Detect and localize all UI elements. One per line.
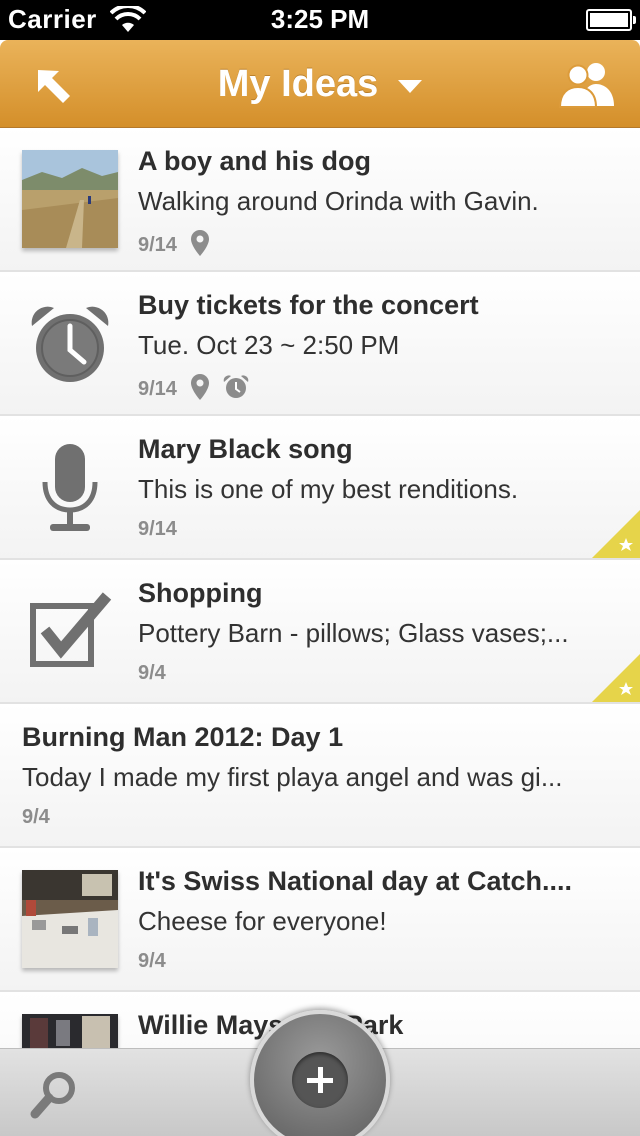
location-pin-icon [190,230,209,261]
chevron-down-icon [398,79,423,93]
photo-thumbnail [22,150,118,248]
item-title: Willie Mays ... T Park [138,1010,404,1040]
ideas-list[interactable]: A boy and his dog Walking around Orinda … [0,128,640,1048]
location-pin-icon [190,374,209,405]
photo-thumbnail [22,1014,118,1048]
list-item[interactable]: Shopping Pottery Barn - pillows; Glass v… [0,560,640,704]
item-title: Burning Man 2012: Day 1 [22,722,344,752]
item-subtitle: Today I made my first playa angel and wa… [22,762,563,792]
nav-bar: My Ideas [0,40,640,128]
list-item[interactable]: Burning Man 2012: Day 1 Today I made my … [0,704,640,848]
item-subtitle: Cheese for everyone! [138,906,387,936]
item-subtitle: This is one of my best renditions. [138,474,519,504]
item-title: Shopping [138,578,263,608]
item-date: 9/4 [138,662,166,684]
item-title: It's Swiss National day at Catch.... [138,866,573,896]
item-title: Mary Black song [138,434,353,464]
item-title: A boy and his dog [138,146,371,176]
people-icon[interactable] [558,60,616,108]
search-icon[interactable] [28,1069,80,1121]
item-subtitle: Pottery Barn - pillows; Glass vases;... [138,618,569,648]
item-date: 9/4 [22,806,50,828]
item-date: 9/14 [138,518,177,540]
microphone-icon [22,438,118,538]
title-dropdown[interactable]: My Ideas [0,40,640,128]
list-item[interactable]: Mary Black song This is one of my best r… [0,416,640,560]
star-badge-icon [592,510,640,558]
clock-label: 3:25 PM [270,4,370,34]
alarm-icon [223,375,249,404]
photo-thumbnail [22,870,118,968]
battery-icon [586,9,636,31]
list-item[interactable]: A boy and his dog Walking around Orinda … [0,128,640,272]
item-subtitle: Tue. Oct 23 ~ 2:50 PM [138,330,400,360]
alarm-clock-icon [22,294,118,394]
add-icon [292,1052,348,1108]
item-subtitle: Walking around Orinda with Gavin. [138,186,539,216]
status-bar: Carrier 3:25 PM [0,0,640,40]
checkbox-icon [22,582,118,682]
list-item[interactable]: Buy tickets for the concert Tue. Oct 23 … [0,272,640,416]
list-item[interactable]: It's Swiss National day at Catch.... Che… [0,848,640,992]
item-title: Buy tickets for the concert [138,290,479,320]
page-title: My Ideas [217,62,379,105]
star-badge-icon [592,654,640,702]
item-date: 9/14 [138,234,177,256]
item-date: 9/4 [138,950,166,972]
item-date: 9/14 [138,378,177,400]
